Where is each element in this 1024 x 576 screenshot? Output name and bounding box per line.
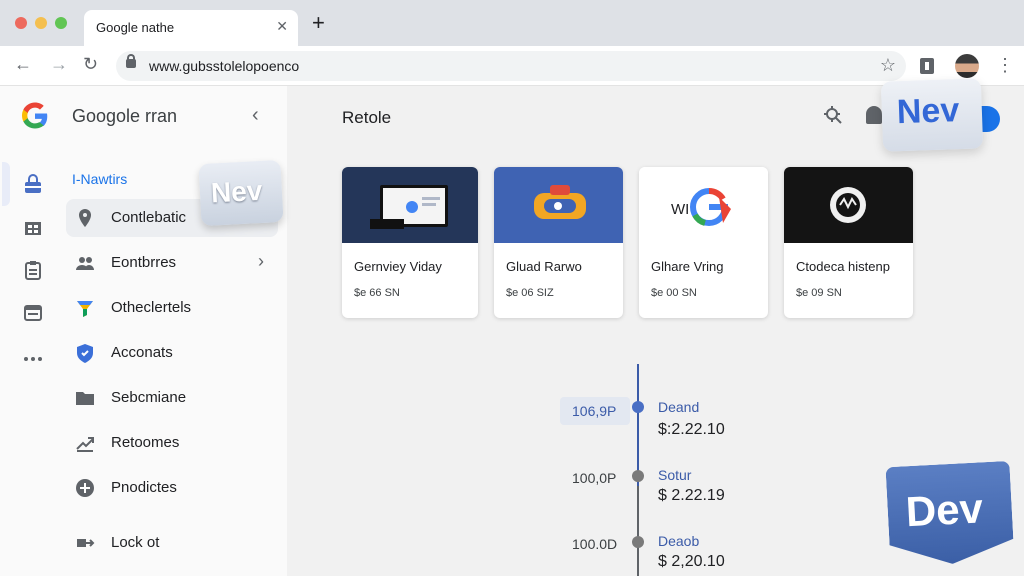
rail-active-indicator — [2, 162, 10, 206]
card-thumbnail — [494, 167, 623, 243]
timeline-label: Sotur — [658, 467, 692, 483]
card-thumbnail — [342, 167, 478, 243]
more-horiz-icon[interactable] — [22, 348, 44, 370]
card-name: Ctodeca histenp — [796, 259, 890, 274]
tab-close-icon[interactable]: ✕ — [276, 18, 288, 35]
timeline-label: Deaob — [658, 533, 700, 549]
forward-icon[interactable]: → — [50, 54, 68, 74]
app-title: Googole rran — [72, 106, 178, 126]
card-price: $e 09 SN — [796, 287, 842, 299]
card-thumbnail — [784, 167, 913, 243]
nev-badge: Nev — [198, 159, 284, 227]
sidebar-item-label: Contlebatic — [111, 209, 187, 226]
maximize-window-button[interactable] — [55, 17, 67, 29]
back-icon[interactable]: ← — [14, 54, 32, 74]
timeline-price: $:2.22.10 — [658, 421, 725, 438]
card-price: $e 00 SN — [651, 287, 697, 299]
collapse-sidebar-icon[interactable]: ‹ — [252, 104, 259, 127]
bag-icon[interactable] — [22, 174, 44, 196]
sidebar-item-acconats[interactable]: Acconats — [66, 334, 278, 372]
reload-icon[interactable]: ↻ — [83, 54, 98, 74]
timeline-value: 100,0P — [572, 470, 617, 486]
bookmark-star-icon[interactable]: ☆ — [880, 55, 896, 76]
dev-badge-text: Dev — [904, 484, 985, 536]
card-price: $e 06 SIZ — [506, 287, 554, 299]
sidebar: Googole rran ‹ I-Nawtirs Contlebatic Eon… — [0, 86, 287, 576]
timeline-price: $ 2,20.10 — [658, 553, 725, 570]
sidebar-item-sebcmiane[interactable]: Sebcmiane — [66, 379, 278, 417]
timeline-value: 100.0D — [572, 536, 618, 552]
browser-toolbar: ← → ↻ www.gubsstolelopoenco ☆ ⋮ — [0, 46, 1024, 86]
nev-badge-text: Nev — [210, 174, 264, 209]
tab-title: Google nathe — [96, 20, 175, 35]
app-area: Googole rran ‹ I-Nawtirs Contlebatic Eon… — [0, 78, 1024, 576]
sidebar-item-label: Acconats — [111, 344, 173, 361]
browser-tab[interactable]: Google nathe ✕ — [84, 10, 298, 46]
timeline-dot[interactable] — [632, 401, 644, 413]
sidebar-item-pnodictes[interactable]: Pnodictes — [66, 469, 278, 507]
product-card[interactable]: Gluad Rarwo $e 06 SIZ — [494, 167, 623, 318]
timeline-label: Deand — [658, 399, 700, 415]
sidebar-item-lock-ot[interactable]: Lock ot — [66, 524, 278, 562]
extension-icon[interactable] — [920, 58, 934, 74]
sidebar-item-label: Retoomes — [111, 434, 180, 451]
product-card[interactable]: Gernviey Viday $e 66 SN — [342, 167, 478, 318]
location-pin-icon — [79, 209, 91, 227]
timeline-value: 106,9P — [560, 397, 630, 425]
card-price: $e 66 SN — [354, 287, 400, 299]
building-icon[interactable] — [22, 216, 44, 238]
profile-avatar[interactable] — [955, 54, 979, 78]
minimize-window-button[interactable] — [35, 17, 47, 29]
trend-icon — [76, 437, 94, 452]
timeline-dot[interactable] — [632, 536, 644, 548]
new-tab-button[interactable]: + — [312, 12, 325, 34]
notification-icon[interactable] — [866, 106, 882, 124]
sidebar-item-label: Lock ot — [111, 534, 160, 551]
sidebar-item-label: Otheclertels — [111, 299, 192, 316]
sidebar-item-label: Pnodictes — [111, 479, 177, 496]
wi-logo-text: WI — [671, 201, 689, 218]
folder-icon — [76, 392, 94, 405]
settings-search-icon[interactable] — [822, 104, 844, 126]
close-window-button[interactable] — [15, 17, 27, 29]
browser-tab-strip: Google nathe ✕ + — [0, 0, 1024, 46]
timeline-line-active — [637, 364, 639, 486]
clipboard-icon[interactable] — [22, 259, 44, 281]
product-card[interactable]: WI Glhare Vring $e 00 SN — [639, 167, 768, 318]
sidebar-item-label: I-Nawtirs — [72, 171, 128, 187]
chevron-right-icon: › — [258, 251, 264, 271]
sidebar-item-retoomes[interactable]: Retoomes — [66, 424, 278, 462]
funnel-icon — [77, 301, 93, 317]
timeline-dot[interactable] — [632, 470, 644, 482]
sidebar-item-label: Sebcmiane — [111, 389, 187, 406]
sidebar-item-label: Eontbrres — [111, 254, 177, 271]
people-icon — [76, 257, 94, 270]
card-name: Glhare Vring — [651, 259, 724, 274]
add-circle-icon — [76, 479, 94, 497]
google-logo-icon — [22, 102, 48, 129]
sidebar-item-otheclertels[interactable]: Otheclertels — [66, 289, 278, 327]
browser-menu-icon[interactable]: ⋮ — [996, 54, 1014, 76]
logout-icon — [77, 539, 95, 547]
calendar-icon[interactable] — [22, 301, 44, 323]
page-title: Retole — [342, 108, 392, 127]
lock-icon — [126, 54, 136, 68]
nev-badge-top: Nev — [880, 78, 984, 152]
card-name: Gluad Rarwo — [506, 259, 582, 274]
nev-badge-top-text: Nev — [896, 91, 960, 132]
shield-icon — [77, 344, 93, 363]
product-card[interactable]: Ctodeca histenp $e 09 SN — [784, 167, 913, 318]
card-thumbnail: WI — [639, 167, 768, 243]
card-name: Gernviey Viday — [354, 259, 442, 274]
url-text: www.gubsstolelopoenco — [149, 58, 300, 74]
timeline-price: $ 2.22.19 — [658, 487, 725, 504]
address-bar[interactable]: www.gubsstolelopoenco ☆ — [116, 51, 906, 81]
sidebar-item-eontbrres[interactable]: Eontbrres › — [66, 244, 278, 282]
